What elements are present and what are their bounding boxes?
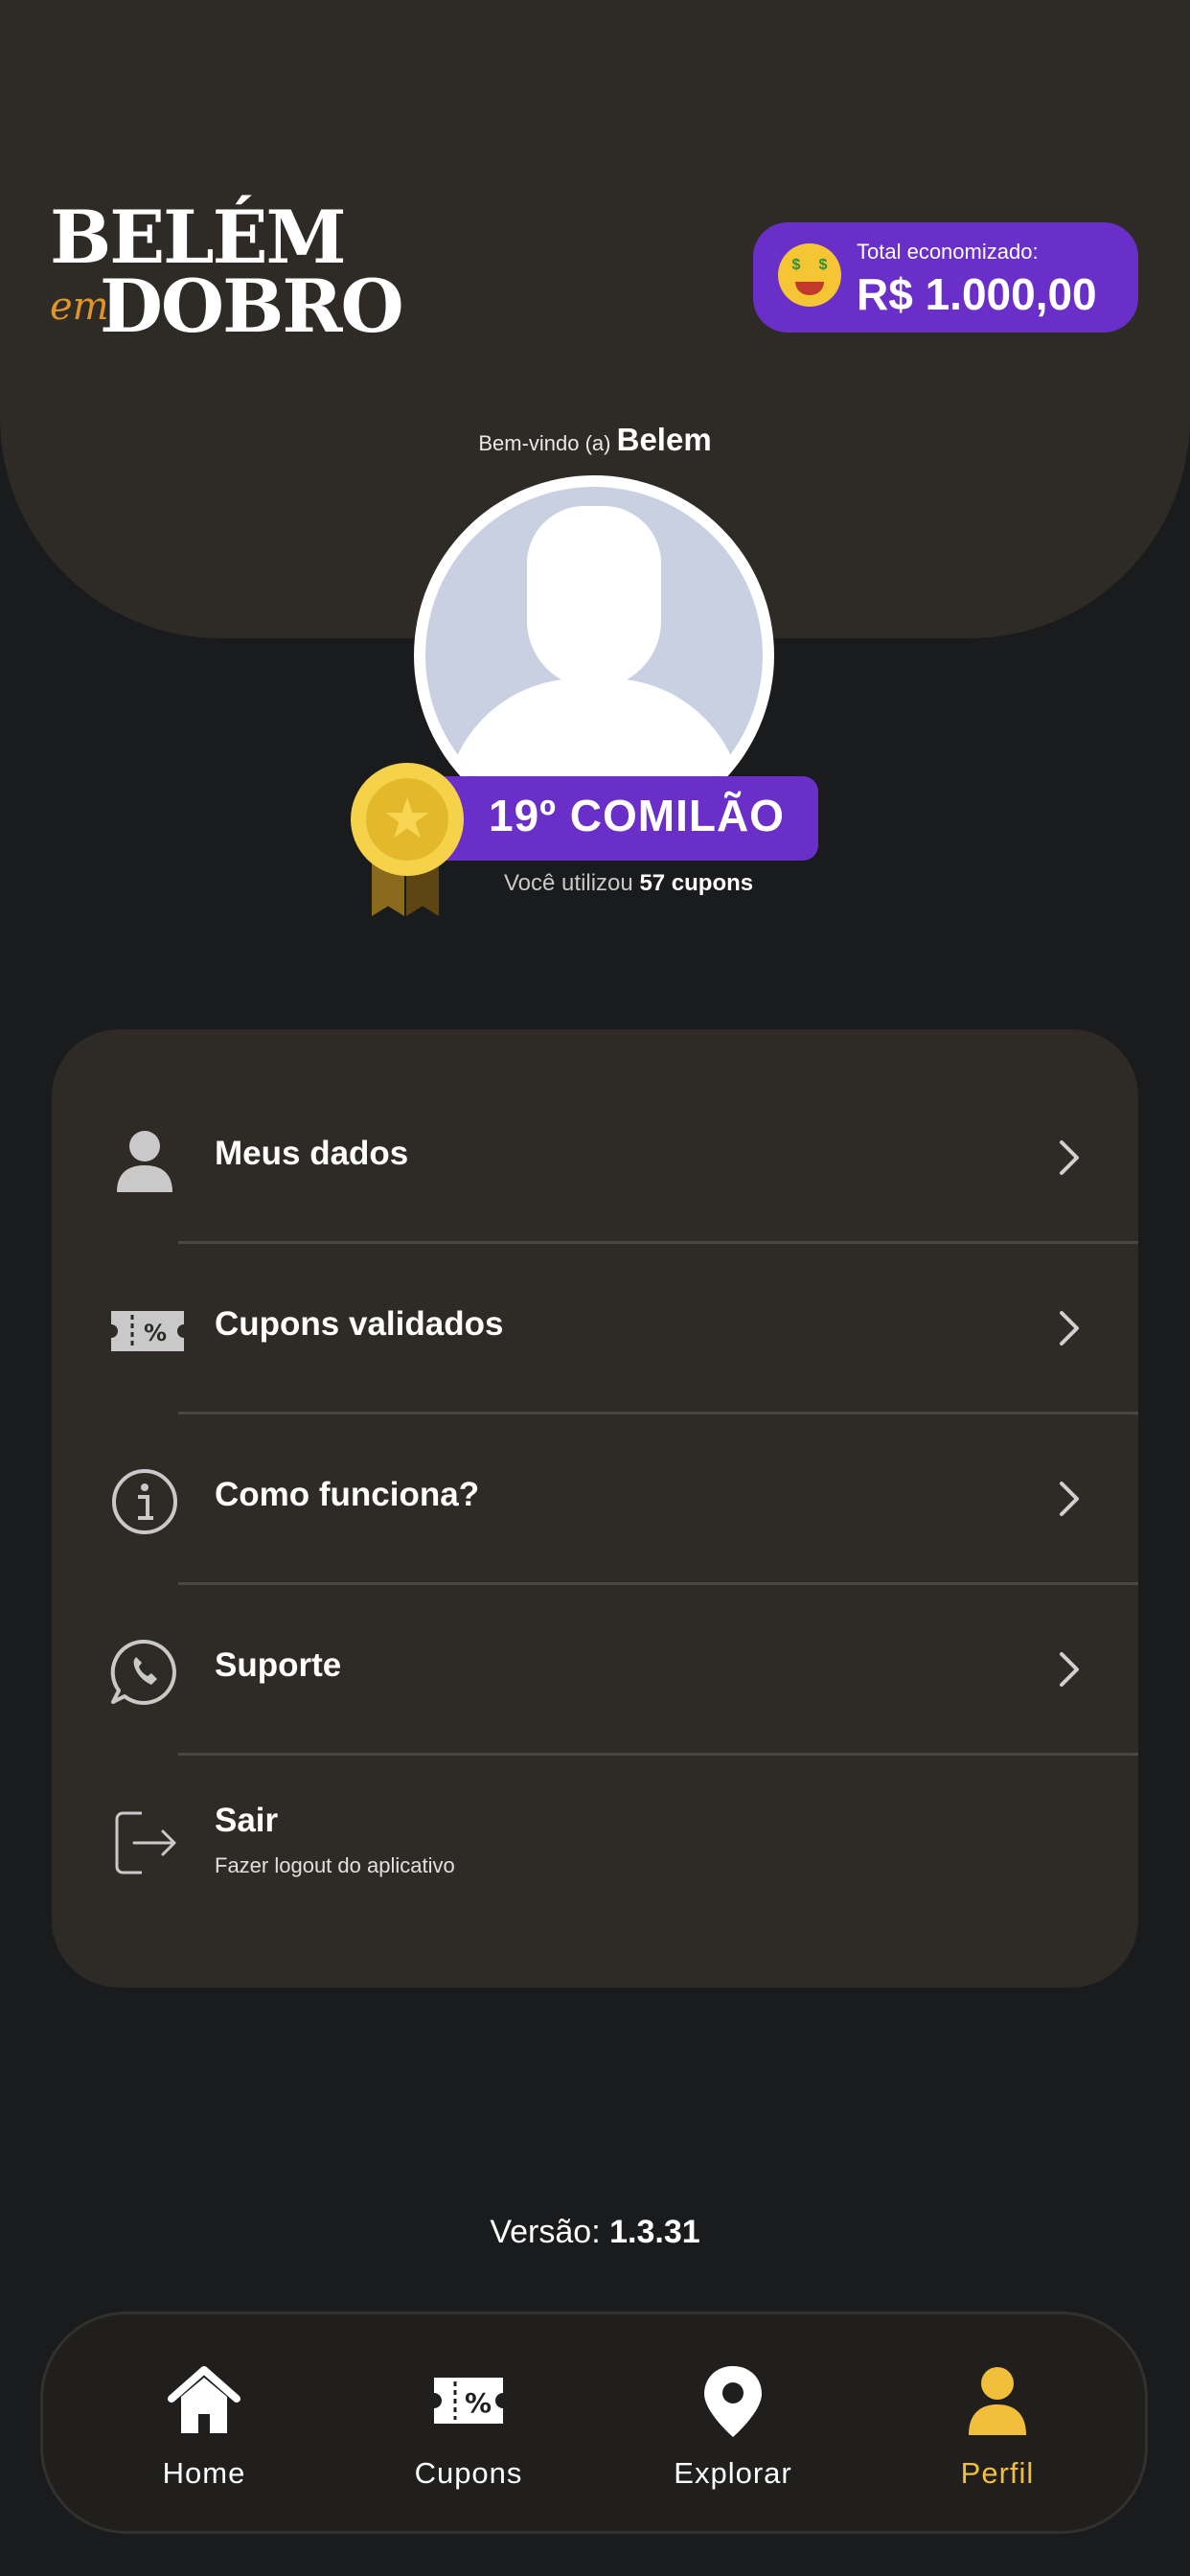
savings-label: Total economizado: bbox=[857, 240, 1039, 264]
menu-item-label: Cupons validados bbox=[215, 1305, 504, 1343]
menu-item-label: Como funciona? bbox=[215, 1476, 480, 1513]
tab-home[interactable]: Home bbox=[72, 2314, 336, 2531]
menu-item-label: Sair bbox=[215, 1802, 279, 1839]
home-icon bbox=[168, 2366, 240, 2433]
logo-text-bottom: DOBRO bbox=[100, 264, 404, 349]
tab-label: Home bbox=[162, 2456, 246, 2490]
chevron-right-icon bbox=[1060, 1652, 1079, 1687]
avatar-placeholder-icon bbox=[425, 487, 763, 824]
version-value: 1.3.31 bbox=[609, 2214, 700, 2250]
user-icon bbox=[969, 2367, 1026, 2435]
app-version: Versão: 1.3.31 bbox=[0, 2214, 1190, 2251]
menu-item-label: Meus dados bbox=[215, 1135, 409, 1172]
medal-icon: ★ bbox=[351, 763, 466, 926]
menu-item-sair[interactable]: Sair Fazer logout do aplicativo bbox=[52, 1756, 1138, 1926]
coupon-icon: % bbox=[434, 2378, 503, 2424]
menu-item-sublabel: Fazer logout do aplicativo bbox=[215, 1853, 455, 1877]
coupon-icon: % bbox=[111, 1311, 184, 1351]
chevron-right-icon bbox=[1060, 1140, 1079, 1175]
tab-cupons[interactable]: % Cupons bbox=[336, 2314, 601, 2531]
user-icon bbox=[117, 1131, 172, 1192]
coupons-used-prefix: Você utilizou bbox=[504, 870, 633, 896]
menu-item-suporte[interactable]: Suporte bbox=[52, 1585, 1138, 1756]
tab-perfil[interactable]: Perfil bbox=[865, 2314, 1130, 2531]
menu-item-como-funciona[interactable]: Como funciona? bbox=[52, 1414, 1138, 1585]
money-mouth-face-icon: $ $ bbox=[778, 243, 841, 307]
coupons-used-count: 57 cupons bbox=[639, 870, 754, 896]
coupons-used-text: Você utilizou 57 cupons bbox=[504, 870, 753, 897]
chevron-right-icon bbox=[1060, 1482, 1079, 1516]
info-icon bbox=[112, 1469, 177, 1534]
chevron-right-icon bbox=[1060, 1311, 1079, 1346]
savings-value: R$ 1.000,00 bbox=[857, 269, 1097, 319]
tab-label: Perfil bbox=[960, 2456, 1035, 2490]
profile-menu: Meus dados % Cupons validados Como funci… bbox=[52, 1029, 1138, 1988]
user-name: Belem bbox=[616, 422, 712, 457]
whatsapp-icon bbox=[110, 1639, 176, 1705]
map-pin-icon bbox=[704, 2366, 762, 2437]
menu-item-meus-dados[interactable]: Meus dados bbox=[52, 1073, 1138, 1244]
rank-text: 19º COMILÃO bbox=[489, 791, 785, 840]
total-savings-badge: $ $ Total economizado: R$ 1.000,00 bbox=[753, 222, 1138, 333]
tab-explorar[interactable]: Explorar bbox=[601, 2314, 865, 2531]
menu-item-cupons-validados[interactable]: % Cupons validados bbox=[52, 1244, 1138, 1414]
svg-text:%: % bbox=[144, 1320, 167, 1346]
tab-label: Cupons bbox=[414, 2456, 523, 2490]
welcome-prefix: Bem-vindo (a) bbox=[478, 431, 611, 455]
menu-item-label: Suporte bbox=[215, 1646, 342, 1684]
version-label: Versão: bbox=[490, 2214, 601, 2250]
welcome-text: Bem-vindo (a) Belem bbox=[0, 422, 1190, 458]
rank-badge: 19º COMILÃO bbox=[418, 776, 818, 861]
bottom-tab-bar: Home % Cupons Explorar Perfil bbox=[40, 2312, 1148, 2534]
svg-text:%: % bbox=[465, 2387, 492, 2419]
tab-label: Explorar bbox=[674, 2456, 792, 2490]
logout-icon bbox=[115, 1811, 176, 1874]
app-logo: BELÉM em DOBRO bbox=[50, 201, 404, 355]
